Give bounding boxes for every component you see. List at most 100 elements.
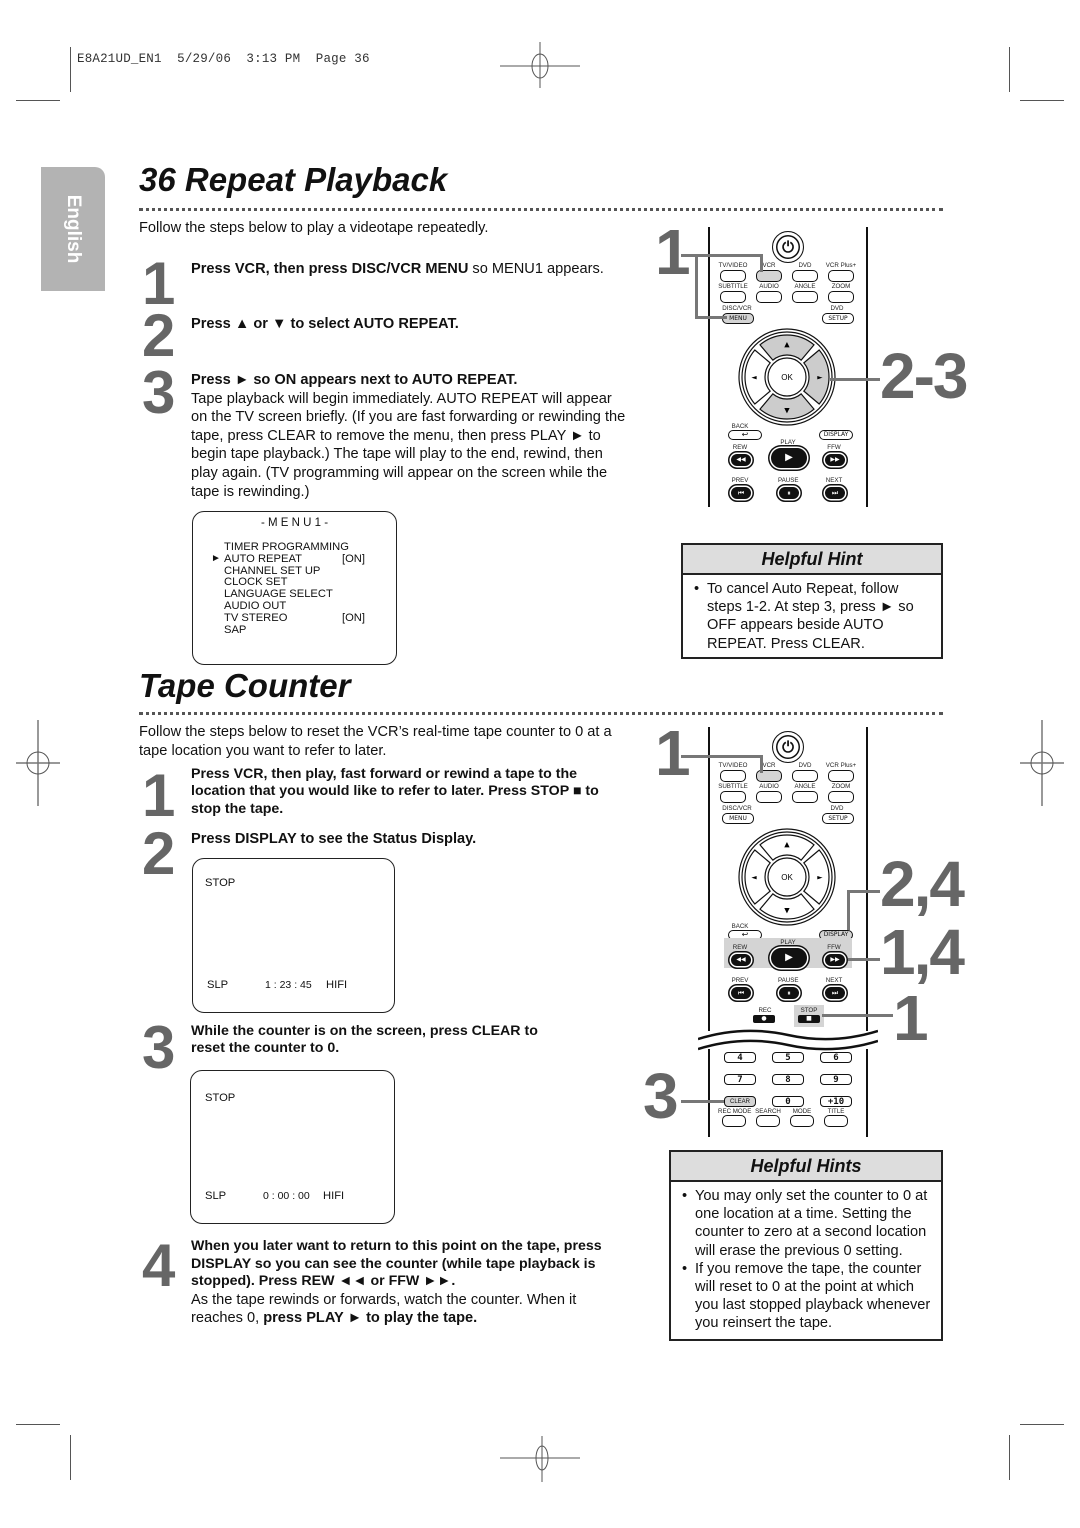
callout-leader: [847, 890, 850, 930]
rec-mode-button[interactable]: [722, 1115, 746, 1127]
button-label: REW: [732, 944, 748, 951]
angle-button[interactable]: [792, 791, 818, 803]
vcr-plus-button[interactable]: [828, 770, 854, 782]
prev-button[interactable]: ⏮: [731, 487, 751, 499]
subtitle-button[interactable]: [720, 791, 746, 803]
audio-button[interactable]: [756, 291, 782, 303]
button-label: VCR Plus+: [825, 262, 857, 269]
button-label: ANGLE: [794, 783, 816, 790]
menu-item-label: AUTO REPEAT: [224, 552, 302, 565]
key-0-button[interactable]: 0: [772, 1096, 804, 1107]
language-tab-label: English: [63, 194, 84, 264]
disc-vcr-menu-button[interactable]: MENU: [722, 313, 754, 324]
section-title-repeat-playback: 36 Repeat Playback: [139, 161, 448, 198]
pause-button[interactable]: ⏸: [779, 987, 799, 999]
key-7-button[interactable]: 7: [724, 1074, 756, 1085]
button-label: FFW: [827, 944, 841, 951]
left-arrow-icon: ◄: [751, 374, 757, 382]
tv-video-button[interactable]: [720, 270, 746, 282]
ffw-button[interactable]: ▶▶: [825, 954, 845, 966]
repeat-step-1: Press VCR, then press DISC/VCR MENU so M…: [191, 260, 631, 279]
button-label: NEXT: [825, 477, 843, 484]
status-text: STOP: [205, 877, 236, 889]
skip-previous-icon: ⏮: [737, 989, 745, 997]
button-label: REC: [758, 1007, 772, 1014]
search-button[interactable]: [756, 1115, 780, 1127]
hint-list: You may only set the counter to 0 at one…: [681, 1187, 931, 1333]
tape-speed: SLP: [207, 979, 229, 991]
left-button[interactable]: [744, 849, 771, 905]
pause-button[interactable]: ⏸: [779, 487, 799, 499]
remote-diagram-repeat: ⏻ TV/VIDEO VCR DVD VCR Plus+ SUBTITLE AUDIO ANG…: [708, 227, 868, 507]
key-6-button[interactable]: 6: [820, 1052, 852, 1063]
fast-forward-icon: ▶▶: [830, 956, 840, 963]
power-button[interactable]: ⏻: [772, 731, 804, 763]
rew-button[interactable]: ◀◀: [731, 454, 751, 466]
disc-vcr-menu-button[interactable]: MENU: [722, 813, 754, 824]
prev-button[interactable]: ⏮: [731, 987, 751, 999]
rewind-icon: ◀◀: [736, 956, 746, 963]
tv-screen-status-display: STOP SLP 1 : 23 : 45 HIFI: [192, 858, 395, 1013]
step-detail: so MENU1 appears.: [468, 261, 604, 277]
callout-leader: [830, 378, 880, 381]
dvd-button[interactable]: [792, 770, 818, 782]
zoom-button[interactable]: [828, 291, 854, 303]
power-button[interactable]: ⏻: [772, 231, 804, 263]
vcr-plus-button[interactable]: [828, 270, 854, 282]
hint-item: If you remove the tape, the counter will…: [682, 1260, 931, 1333]
angle-button[interactable]: [792, 291, 818, 303]
key-clear-button[interactable]: CLEAR: [724, 1096, 756, 1107]
hints-title: Helpful Hints: [671, 1152, 941, 1182]
dvd-button[interactable]: [792, 270, 818, 282]
dvd-setup-button[interactable]: SETUP: [822, 313, 854, 324]
crop-mark: [16, 100, 60, 101]
back-button[interactable]: ↩: [728, 430, 762, 440]
key-9-button[interactable]: 9: [820, 1074, 852, 1085]
crop-mark: [70, 1435, 71, 1480]
button-label: MODE: [792, 1108, 812, 1115]
callout-step: 1: [655, 717, 691, 789]
menu-item: SAP: [224, 624, 374, 637]
left-button[interactable]: [744, 349, 771, 405]
rew-button[interactable]: ◀◀: [731, 954, 751, 966]
button-label: AUDIO: [759, 783, 779, 790]
menu-item-label: CHANNEL SET UP: [224, 564, 321, 577]
navigation-dpad[interactable]: ▲ ► ▼ ◄ OK: [737, 827, 837, 927]
menu-item-label: CLOCK SET: [224, 576, 288, 589]
callout-step: 1: [655, 216, 691, 288]
up-arrow-icon: ▲: [784, 841, 790, 849]
rec-button[interactable]: ●: [753, 1015, 775, 1023]
callout-leader: [681, 755, 763, 758]
play-button[interactable]: ▶: [771, 948, 807, 968]
button-label: VCR Plus+: [825, 762, 857, 769]
skip-previous-icon: ⏮: [737, 489, 745, 497]
tv-video-button[interactable]: [720, 770, 746, 782]
button-label: TITLE: [827, 1108, 845, 1115]
key-5-button[interactable]: 5: [772, 1052, 804, 1063]
button-label: PREV: [731, 977, 749, 984]
navigation-dpad[interactable]: ▲ ► ▼ ◄ OK: [737, 327, 837, 427]
menu-list: TIMER PROGRAMMING AUTO REPEAT [ON] CHANNEL …: [224, 541, 374, 637]
ffw-button[interactable]: ▶▶: [825, 454, 845, 466]
fast-forward-icon: ▶▶: [830, 456, 840, 463]
button-label: ZOOM: [831, 283, 851, 290]
key-10-button[interactable]: +10: [820, 1096, 852, 1107]
zoom-button[interactable]: [828, 791, 854, 803]
display-button[interactable]: DISPLAY: [819, 430, 853, 440]
callout-leader: [681, 254, 763, 257]
next-button[interactable]: ⏭: [825, 987, 845, 999]
mode-button[interactable]: [790, 1115, 814, 1127]
title-button[interactable]: [824, 1115, 848, 1127]
dvd-setup-button[interactable]: SETUP: [822, 813, 854, 824]
next-button[interactable]: ⏭: [825, 487, 845, 499]
key-4-button[interactable]: 4: [724, 1052, 756, 1063]
key-8-button[interactable]: 8: [772, 1074, 804, 1085]
button-label: DVD: [830, 805, 844, 812]
stop-button[interactable]: ■: [798, 1015, 820, 1023]
menu-item-label: AUDIO OUT: [224, 599, 287, 612]
subtitle-button[interactable]: [720, 291, 746, 303]
audio-button[interactable]: [756, 791, 782, 803]
play-button[interactable]: ▶: [771, 448, 807, 468]
section-title-tape-counter: Tape Counter: [139, 667, 351, 704]
step-instruction: Press VCR, then press DISC/VCR MENU: [191, 261, 469, 277]
